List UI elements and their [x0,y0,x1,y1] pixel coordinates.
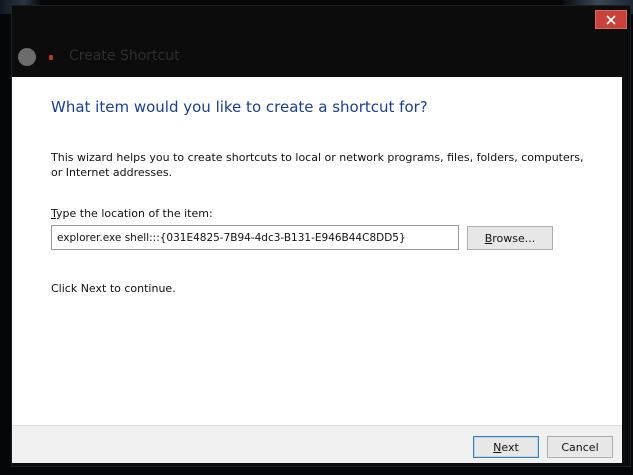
browse-label: rowse... [492,231,536,245]
next-label: ext [501,440,519,454]
cancel-button[interactable]: Cancel [547,436,613,458]
location-label-text: ype the location of the item: [56,207,213,220]
shortcut-app-icon [49,55,53,60]
browse-label-accesskey: B [484,231,493,245]
next-label-accesskey: N [493,440,502,454]
wizard-heading: What item would you like to create a sho… [51,98,428,116]
create-shortcut-window: Create Shortcut What item would you like… [11,5,631,467]
back-arrow-icon[interactable] [18,48,36,66]
wizard-page: What item would you like to create a sho… [12,77,622,425]
desktop-background: Create Shortcut What item would you like… [0,0,633,475]
close-button[interactable] [595,10,627,29]
location-input[interactable] [51,225,459,250]
continue-text: Click Next to continue. [51,282,176,295]
close-icon [606,14,616,25]
wizard-footer: Next Cancel [12,425,622,463]
window-title: Create Shortcut [69,48,180,64]
location-label: Type the location of the item: [51,207,213,220]
title-bar: Create Shortcut [12,6,630,78]
wizard-intro: This wizard helps you to create shortcut… [51,151,584,179]
browse-button[interactable]: Browse... [467,226,553,250]
next-button[interactable]: Next [473,436,539,458]
